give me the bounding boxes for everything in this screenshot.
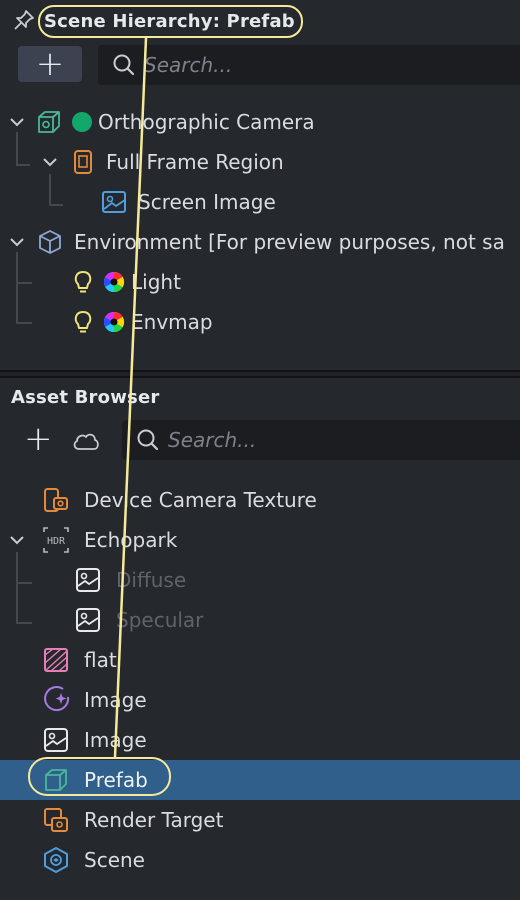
svg-text:HDR: HDR	[47, 536, 66, 547]
prefab-drag-source-highlight	[28, 757, 171, 796]
asset-item-label: Image	[84, 728, 147, 752]
scene-hierarchy-title-highlight: Scene Hierarchy: Prefab	[38, 5, 303, 38]
tree-item-envmap[interactable]: Envmap	[0, 302, 520, 342]
plus-icon: +	[35, 44, 65, 84]
asset-item-scene[interactable]: Scene	[0, 840, 520, 880]
environment-cube-icon	[39, 230, 61, 254]
image-icon	[76, 568, 100, 592]
asset-browser-header: Asset Browser	[0, 378, 520, 416]
asset-item-label: Device Camera Texture	[84, 488, 317, 512]
image-icon	[76, 608, 100, 632]
chevron-down-icon[interactable]	[9, 114, 25, 130]
chevron-down-icon[interactable]	[9, 532, 25, 548]
phone-region-icon	[74, 150, 92, 174]
asset-item-label: Specular	[116, 608, 204, 632]
light-bulb-icon	[74, 311, 92, 333]
pin-icon[interactable]	[13, 9, 35, 31]
light-bulb-icon	[74, 271, 92, 293]
asset-item-label: Diffuse	[116, 568, 187, 592]
scene-icon	[44, 847, 68, 873]
tree-item-screen-image[interactable]: Screen Image	[0, 182, 520, 222]
render-target-icon	[44, 808, 68, 832]
scene-search-input[interactable]: Search...	[98, 45, 520, 85]
scene-toolbar: + Search...	[0, 44, 520, 86]
asset-item-echopark[interactable]: HDR Echopark	[0, 520, 520, 560]
chevron-down-icon[interactable]	[9, 234, 25, 250]
asset-browser-panel: Asset Browser + Search... Device Camera …	[0, 376, 520, 900]
asset-item-specular[interactable]: Specular	[0, 600, 520, 640]
color-wheel-icon	[103, 271, 125, 293]
flat-texture-icon	[44, 648, 68, 672]
tree-item-full-frame-region[interactable]: Full Frame Region	[0, 142, 520, 182]
tree-item-label: Light	[131, 270, 181, 294]
asset-search-input[interactable]: Search...	[122, 420, 520, 460]
asset-add-button[interactable]: +	[24, 420, 53, 458]
scene-add-button[interactable]: +	[18, 46, 82, 82]
scene-search-placeholder: Search...	[144, 53, 233, 77]
search-icon	[113, 54, 135, 76]
asset-item-image-sparkle[interactable]: Image	[0, 680, 520, 720]
device-camera-texture-icon	[44, 488, 68, 512]
hdr-icon: HDR	[43, 527, 69, 553]
scene-hierarchy-panel: Scene Hierarchy: Prefab + Search... Orth…	[0, 0, 520, 372]
asset-item-flat[interactable]: flat	[0, 640, 520, 680]
tree-item-label: Screen Image	[138, 190, 276, 214]
screen-image-icon	[102, 191, 126, 213]
tree-item-light[interactable]: Light	[0, 262, 520, 302]
asset-search-placeholder: Search...	[168, 428, 257, 452]
cloud-icon[interactable]	[71, 430, 101, 452]
camera-cube-icon	[38, 111, 60, 133]
tree-item-orthographic-camera[interactable]: Orthographic Camera	[0, 102, 520, 142]
chevron-down-icon[interactable]	[42, 154, 58, 170]
asset-item-label: Echopark	[84, 528, 178, 552]
scene-tree: Orthographic Camera Full Frame Region Sc…	[0, 102, 520, 362]
asset-item-label: Render Target	[84, 808, 224, 832]
color-wheel-icon	[103, 311, 125, 333]
tree-item-environment[interactable]: Environment [For preview purposes, not s…	[0, 222, 520, 262]
sparkle-image-icon	[44, 686, 70, 712]
asset-list: Device Camera Texture HDR Echopark Diffu…	[0, 478, 520, 898]
asset-item-diffuse[interactable]: Diffuse	[0, 560, 520, 600]
asset-item-label: flat	[84, 648, 117, 672]
tree-item-label: Environment [For preview purposes, not s…	[74, 230, 505, 254]
scene-hierarchy-title: Scene Hierarchy: Prefab	[44, 11, 295, 32]
tree-item-label: Envmap	[131, 310, 213, 334]
asset-item-device-camera-texture[interactable]: Device Camera Texture	[0, 480, 520, 520]
asset-item-render-target[interactable]: Render Target	[0, 800, 520, 840]
asset-toolbar: + Search...	[0, 420, 520, 462]
search-icon	[137, 429, 159, 451]
green-dot-icon	[72, 112, 92, 132]
asset-item-label: Scene	[84, 848, 145, 872]
image-icon	[44, 728, 68, 752]
asset-browser-title: Asset Browser	[11, 386, 160, 408]
tree-item-label: Full Frame Region	[106, 150, 284, 174]
asset-item-image[interactable]: Image	[0, 720, 520, 760]
tree-item-label: Orthographic Camera	[98, 110, 315, 134]
asset-item-label: Image	[84, 688, 147, 712]
